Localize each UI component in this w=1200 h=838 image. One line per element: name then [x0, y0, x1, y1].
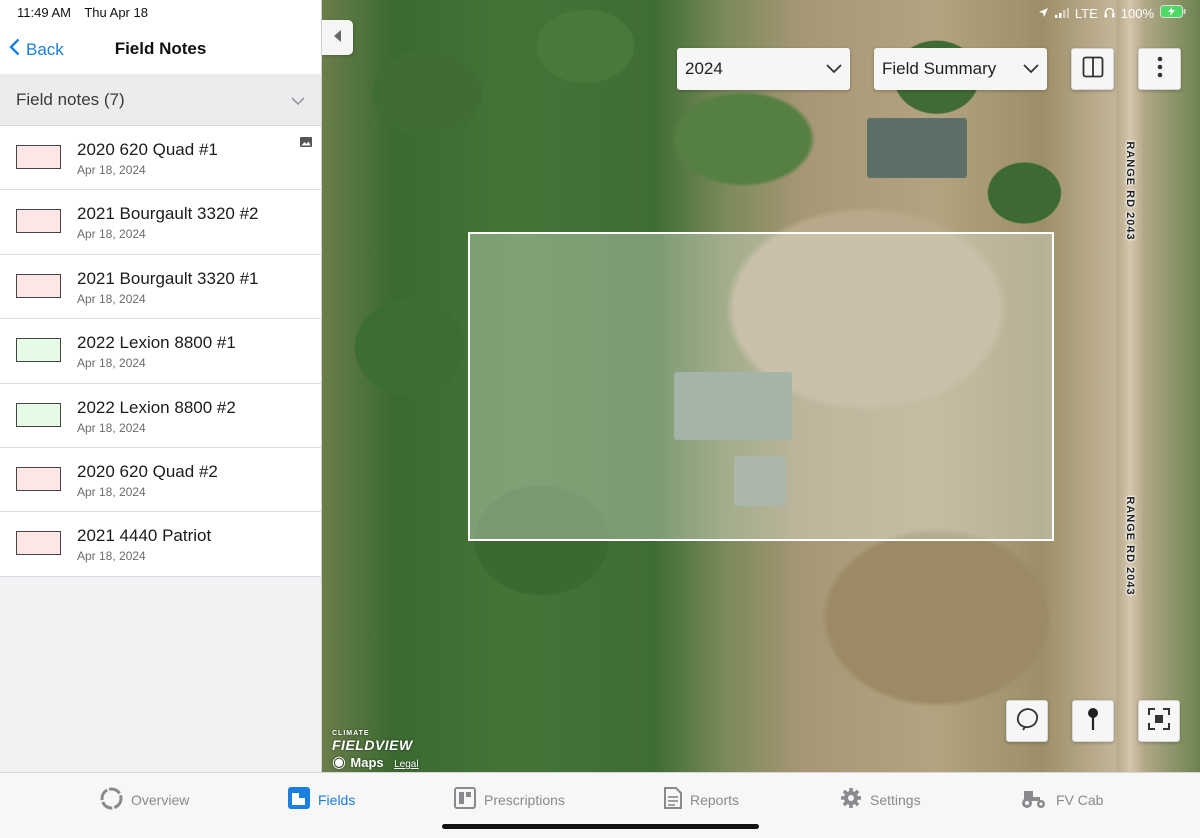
reports-icon	[664, 787, 682, 812]
apple-icon: ◉	[332, 754, 346, 771]
status-time: 11:49 AM	[17, 5, 71, 20]
tab-label: FV Cab	[1056, 791, 1104, 808]
note-title: 2021 Bourgault 3320 #1	[77, 268, 259, 288]
note-date: Apr 18, 2024	[77, 420, 146, 435]
field-note-row[interactable]: 2021 Bourgault 3320 #2 Apr 18, 2024	[0, 190, 321, 255]
maps-label: Maps	[350, 755, 384, 770]
chevron-down-icon	[1023, 59, 1039, 79]
road-label-bottom: RANGE RD 2043	[1124, 496, 1136, 596]
note-date: Apr 18, 2024	[77, 227, 146, 242]
collapse-sidebar-button[interactable]	[322, 20, 353, 55]
lasso-icon	[1014, 706, 1040, 737]
note-title: 2020 620 Quad #1	[77, 140, 218, 159]
photo-icon	[300, 134, 312, 147]
tab-label: Overview	[131, 792, 190, 808]
note-title: 2021 4440 Patriot	[77, 526, 212, 546]
lasso-button[interactable]	[1006, 700, 1048, 742]
chevron-down-icon	[826, 59, 842, 79]
fullscreen-button[interactable]	[1138, 700, 1180, 742]
field-notes-sidebar: 11:49 AM Thu Apr 18 Field Notes Back Fie…	[0, 0, 322, 772]
field-note-row[interactable]: 2020 620 Quad #2 Apr 18, 2024	[0, 447, 321, 513]
note-date: Apr 18, 2024	[77, 484, 146, 499]
road	[1117, 0, 1143, 772]
note-color-swatch	[16, 466, 61, 491]
note-color-swatch	[16, 209, 61, 234]
tractor-icon	[1020, 787, 1048, 812]
tab-label: Fields	[318, 791, 356, 808]
battery-label: 100%	[1120, 5, 1154, 21]
note-color-swatch	[16, 338, 61, 363]
map-attribution: CLIMATE FIELDVIEW ◉ Maps Legal	[332, 730, 419, 772]
field-note-row[interactable]: 2022 Lexion 8800 #2 Apr 18, 2024	[0, 383, 321, 448]
field-note-row[interactable]: 2022 Lexion 8800 #1 Apr 18, 2024	[0, 319, 321, 384]
navigation-bar: 11:49 AM Thu Apr 18 Field Notes Back	[0, 0, 321, 74]
overview-icon	[100, 787, 123, 813]
note-date: Apr 18, 2024	[77, 163, 146, 177]
house-roof	[867, 118, 967, 178]
tab-label: Reports	[690, 791, 740, 808]
fieldview-logo: FIELDVIEW	[332, 737, 413, 753]
field-note-row[interactable]: 2021 4440 Patriot Apr 18, 2024	[0, 512, 321, 577]
tab-fv-cab[interactable]: FV Cab	[1020, 787, 1103, 812]
note-title: 2022 Lexion 8800 #1	[77, 333, 236, 353]
view-select[interactable]: Field Summary	[874, 48, 1047, 90]
section-label: Field notes (7)	[16, 89, 125, 109]
satellite-map[interactable]: RANGE RD 2043 RANGE RD 2043 2024 Field S…	[322, 0, 1200, 772]
network-label: LTE	[1074, 5, 1098, 21]
note-date: Apr 18, 2024	[77, 356, 146, 371]
note-title: 2022 Lexion 8800 #2	[77, 397, 236, 417]
tab-label: Prescriptions	[484, 791, 565, 808]
prescriptions-icon	[454, 787, 476, 812]
status-bar-right: LTE 100%	[1038, 5, 1186, 21]
more-button[interactable]	[1138, 48, 1181, 90]
tab-prescriptions[interactable]: Prescriptions	[454, 787, 565, 812]
note-date: Apr 18, 2024	[77, 549, 146, 564]
field-boundary[interactable]	[468, 232, 1054, 541]
note-color-swatch	[16, 273, 61, 298]
tab-label: Settings	[870, 791, 921, 808]
fullscreen-icon	[1147, 707, 1171, 736]
tab-overview[interactable]: Overview	[100, 787, 189, 813]
year-select[interactable]: 2024	[677, 48, 850, 90]
back-button[interactable]: Back	[9, 38, 64, 61]
battery-charging-icon	[1160, 5, 1186, 21]
field-notes-section-header[interactable]: Field notes (7)	[0, 74, 321, 126]
legal-link[interactable]: Legal	[394, 759, 418, 770]
field-note-row[interactable]: 2021 Bourgault 3320 #1 Apr 18, 2024	[0, 254, 321, 320]
chevron-down-icon	[291, 90, 305, 110]
tab-fields[interactable]: Fields	[288, 787, 355, 812]
split-view-button[interactable]	[1071, 48, 1114, 90]
pin-button[interactable]	[1072, 700, 1114, 742]
note-date: Apr 18, 2024	[77, 291, 146, 306]
triangle-left-icon	[333, 29, 342, 47]
status-bar-left: 11:49 AM Thu Apr 18	[17, 5, 158, 20]
more-vertical-icon	[1157, 56, 1163, 83]
chevron-left-icon	[9, 38, 20, 61]
fields-icon	[288, 787, 310, 812]
pin-icon	[1086, 706, 1100, 737]
note-color-swatch	[16, 145, 61, 169]
note-title: 2021 Bourgault 3320 #2	[77, 204, 259, 224]
view-select-value: Field Summary	[882, 59, 997, 78]
signal-icon	[1054, 6, 1069, 21]
road-label-top: RANGE RD 2043	[1124, 141, 1136, 241]
field-notes-list: 2020 620 Quad #1 Apr 18, 2024 2021 Bourgau…	[0, 126, 321, 577]
note-color-swatch	[16, 402, 61, 427]
back-label: Back	[26, 39, 64, 59]
tab-reports[interactable]: Reports	[664, 787, 739, 812]
headphones-icon	[1104, 6, 1115, 21]
note-color-swatch	[16, 531, 61, 556]
home-indicator[interactable]	[442, 824, 759, 829]
tab-settings[interactable]: Settings	[840, 787, 921, 812]
year-select-value: 2024	[685, 59, 723, 78]
status-date: Thu Apr 18	[84, 5, 148, 20]
gear-icon	[840, 787, 862, 812]
location-arrow-icon	[1038, 6, 1049, 21]
field-note-row[interactable]: 2020 620 Quad #1 Apr 18, 2024	[0, 126, 321, 191]
split-view-icon	[1082, 56, 1104, 83]
note-title: 2020 620 Quad #2	[77, 461, 218, 481]
